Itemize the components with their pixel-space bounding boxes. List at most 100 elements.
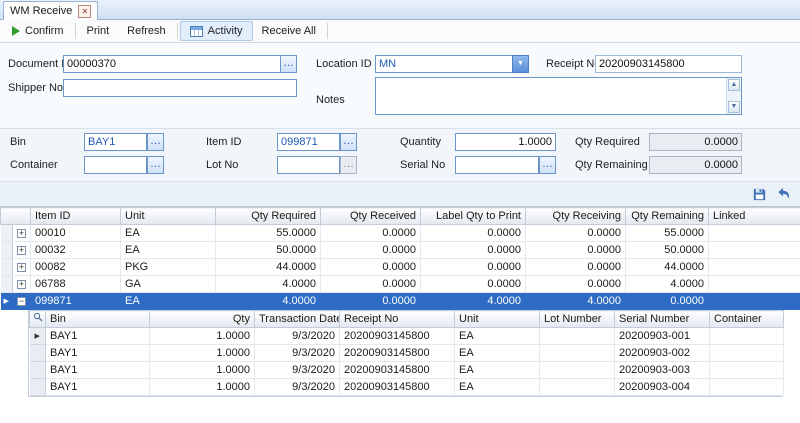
bin-field[interactable]: BAY1 <box>84 133 147 151</box>
subcell-transaction-date[interactable]: 9/3/2020 <box>255 379 340 396</box>
cell-item-id[interactable]: 00082 <box>31 259 121 276</box>
subcell-unit[interactable]: EA <box>455 345 540 362</box>
cell-qty-receiving[interactable]: 0.0000 <box>526 225 626 242</box>
cell-qty-required[interactable]: 4.0000 <box>216 293 321 310</box>
shipper-no-field[interactable] <box>63 79 297 97</box>
subcell-lot-number[interactable] <box>540 379 615 396</box>
subcell-serial-number[interactable]: 20200903-002 <box>615 345 710 362</box>
cell-qty-received[interactable]: 0.0000 <box>321 293 421 310</box>
cell-linked[interactable] <box>709 259 800 276</box>
cell-qty-receiving[interactable]: 4.0000 <box>526 293 626 310</box>
table-row[interactable]: + 06788 GA 4.0000 0.0000 0.0000 0.0000 4… <box>1 276 800 293</box>
subcol-serial-number[interactable]: Serial Number <box>615 311 710 328</box>
subcell-lot-number[interactable] <box>540 362 615 379</box>
bin-lookup-icon[interactable]: … <box>147 133 164 151</box>
subgrid-search-header[interactable] <box>30 311 46 328</box>
cell-qty-remaining[interactable]: 0.0000 <box>626 293 709 310</box>
item-id-field[interactable]: 099871 <box>277 133 340 151</box>
cell-qty-received[interactable]: 0.0000 <box>321 225 421 242</box>
subcell-receipt-no[interactable]: 20200903145800 <box>340 328 455 345</box>
subgrid-row[interactable]: BAY1 1.0000 9/3/2020 20200903145800 EA 2… <box>30 379 784 396</box>
item-id-lookup-icon[interactable]: … <box>340 133 357 151</box>
cell-item-id[interactable]: 099871 <box>31 293 121 310</box>
scroll-down-icon[interactable]: ▼ <box>728 101 740 113</box>
subcell-lot-number[interactable] <box>540 328 615 345</box>
row-indicator[interactable] <box>1 225 13 242</box>
cell-unit[interactable]: PKG <box>121 259 216 276</box>
subcell-receipt-no[interactable]: 20200903145800 <box>340 345 455 362</box>
cell-item-id[interactable]: 06788 <box>31 276 121 293</box>
print-button[interactable]: Print <box>78 21 119 41</box>
subgrid-row[interactable]: BAY1 1.0000 9/3/2020 20200903145800 EA 2… <box>30 362 784 379</box>
table-row-selected[interactable]: ▶ − 099871 EA 4.0000 0.0000 4.0000 4.000… <box>1 293 800 310</box>
expand-cell[interactable]: + <box>13 242 31 259</box>
close-icon[interactable]: ✕ <box>78 5 91 18</box>
receipt-no-field[interactable]: 20200903145800 <box>595 55 742 73</box>
subcell-bin[interactable]: BAY1 <box>46 328 150 345</box>
notes-field[interactable]: ▲ ▼ <box>375 77 742 115</box>
expand-icon[interactable]: + <box>17 246 26 255</box>
receive-all-button[interactable]: Receive All <box>253 21 325 41</box>
tab-wm-receive[interactable]: WM Receive ✕ <box>3 1 98 20</box>
lot-no-lookup-icon[interactable]: … <box>340 156 357 174</box>
document-no-lookup-icon[interactable]: … <box>280 55 297 73</box>
expand-icon[interactable]: + <box>17 280 26 289</box>
expand-cell[interactable]: + <box>13 276 31 293</box>
subcol-receipt-no[interactable]: Receipt No <box>340 311 455 328</box>
expand-cell[interactable]: + <box>13 259 31 276</box>
col-linked[interactable]: Linked <box>709 208 800 225</box>
table-row[interactable]: + 00010 EA 55.0000 0.0000 0.0000 0.0000 … <box>1 225 800 242</box>
expand-icon[interactable]: + <box>17 229 26 238</box>
cell-qty-remaining[interactable]: 4.0000 <box>626 276 709 293</box>
subcell-container[interactable] <box>710 345 784 362</box>
row-indicator[interactable] <box>1 259 13 276</box>
subcell-unit[interactable]: EA <box>455 379 540 396</box>
col-unit[interactable]: Unit <box>121 208 216 225</box>
subcell-unit[interactable]: EA <box>455 328 540 345</box>
subcol-qty[interactable]: Qty <box>150 311 255 328</box>
confirm-button[interactable]: Confirm <box>3 21 73 41</box>
cell-linked[interactable] <box>709 242 800 259</box>
subcell-container[interactable] <box>710 379 784 396</box>
cell-item-id[interactable]: 00010 <box>31 225 121 242</box>
row-indicator[interactable] <box>1 242 13 259</box>
subcell-qty[interactable]: 1.0000 <box>150 379 255 396</box>
container-field[interactable] <box>84 156 147 174</box>
container-lookup-icon[interactable]: … <box>147 156 164 174</box>
save-button[interactable] <box>750 185 768 203</box>
location-id-dropdown-icon[interactable]: ▼ <box>512 55 529 73</box>
cell-item-id[interactable]: 00032 <box>31 242 121 259</box>
notes-scrollbar[interactable]: ▲ ▼ <box>726 78 741 114</box>
row-indicator[interactable] <box>1 276 13 293</box>
cell-unit[interactable]: EA <box>121 293 216 310</box>
collapse-icon[interactable]: − <box>17 297 26 306</box>
col-qty-remaining[interactable]: Qty Remaining <box>626 208 709 225</box>
subcell-qty[interactable]: 1.0000 <box>150 362 255 379</box>
subcell-serial-number[interactable]: 20200903-003 <box>615 362 710 379</box>
location-id-field[interactable]: MN <box>375 55 513 73</box>
document-no-field[interactable]: 00000370 <box>63 55 281 73</box>
subcol-unit[interactable]: Unit <box>455 311 540 328</box>
col-qty-required[interactable]: Qty Required <box>216 208 321 225</box>
cell-label-qty[interactable]: 4.0000 <box>421 293 526 310</box>
cell-qty-remaining[interactable]: 55.0000 <box>626 225 709 242</box>
cell-qty-receiving[interactable]: 0.0000 <box>526 259 626 276</box>
subcell-bin[interactable]: BAY1 <box>46 362 150 379</box>
cell-label-qty[interactable]: 0.0000 <box>421 242 526 259</box>
subcol-bin[interactable]: Bin <box>46 311 150 328</box>
subcell-lot-number[interactable] <box>540 345 615 362</box>
subcell-container[interactable] <box>710 362 784 379</box>
subgrid-row[interactable]: ▶ BAY1 1.0000 9/3/2020 20200903145800 EA… <box>30 328 784 345</box>
subgrid-row[interactable]: BAY1 1.0000 9/3/2020 20200903145800 EA 2… <box>30 345 784 362</box>
col-qty-received[interactable]: Qty Received <box>321 208 421 225</box>
cell-unit[interactable]: EA <box>121 242 216 259</box>
expand-cell[interactable]: + <box>13 225 31 242</box>
cell-qty-received[interactable]: 0.0000 <box>321 276 421 293</box>
quantity-field[interactable]: 1.0000 <box>455 133 556 151</box>
cell-qty-remaining[interactable]: 44.0000 <box>626 259 709 276</box>
refresh-button[interactable]: Refresh <box>118 21 175 41</box>
subcell-receipt-no[interactable]: 20200903145800 <box>340 362 455 379</box>
table-row[interactable]: + 00032 EA 50.0000 0.0000 0.0000 0.0000 … <box>1 242 800 259</box>
subrow-selector[interactable] <box>30 362 46 379</box>
expand-icon[interactable]: + <box>17 263 26 272</box>
